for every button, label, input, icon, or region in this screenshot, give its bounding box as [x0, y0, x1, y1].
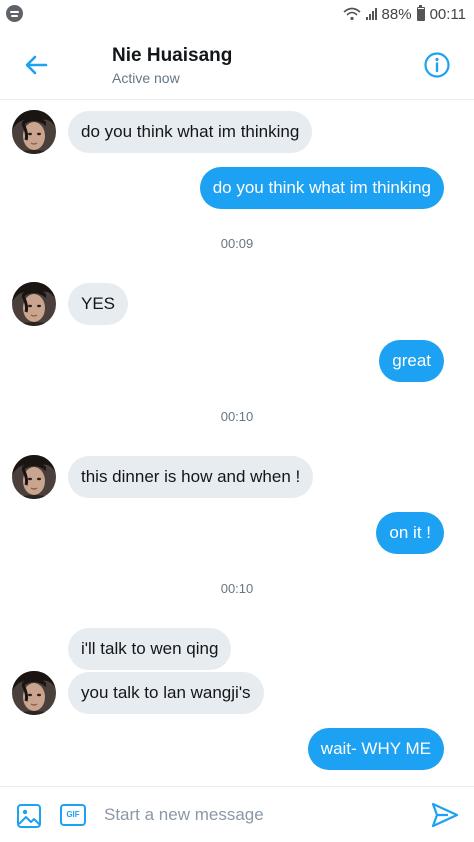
image-icon[interactable] — [16, 803, 42, 829]
spotify-icon — [6, 5, 23, 22]
outgoing-message[interactable]: on it ! — [376, 512, 444, 554]
wifi-icon — [343, 7, 361, 21]
battery-icon — [416, 5, 425, 21]
clock: 00:11 — [429, 5, 466, 23]
contact-name[interactable]: Nie Huaisang — [112, 45, 232, 67]
incoming-message[interactable]: i'll talk to wen qing — [68, 628, 232, 670]
timestamp: 00:09 — [220, 236, 254, 251]
active-status: Active now — [112, 70, 180, 86]
message-input[interactable] — [104, 799, 404, 831]
timestamp: 00:10 — [220, 581, 254, 596]
back-arrow-icon[interactable] — [22, 50, 52, 80]
gif-button[interactable]: GIF — [60, 804, 86, 826]
avatar[interactable] — [12, 455, 56, 499]
battery-percent: 88% — [381, 5, 412, 23]
send-icon[interactable] — [430, 800, 460, 830]
incoming-message[interactable]: do you think what im thinking — [68, 111, 313, 153]
timestamp: 00:10 — [220, 409, 254, 424]
info-icon[interactable] — [422, 50, 452, 80]
status-bar: 88% 00:11 — [0, 0, 474, 30]
incoming-message[interactable]: YES — [68, 283, 129, 325]
signal-icon — [365, 8, 377, 20]
outgoing-message[interactable]: wait- WHY ME — [307, 728, 444, 770]
avatar[interactable] — [12, 110, 56, 154]
status-indicators: 88% 00:11 — [343, 4, 466, 24]
incoming-message[interactable]: you talk to lan wangji's — [68, 672, 264, 714]
incoming-message[interactable]: this dinner is how and when ! — [68, 456, 314, 498]
avatar[interactable] — [12, 671, 56, 715]
avatar[interactable] — [12, 282, 56, 326]
message-composer: GIF — [0, 786, 474, 842]
outgoing-message[interactable]: great — [379, 340, 444, 382]
outgoing-message[interactable]: do you think what im thinking — [199, 167, 444, 209]
conversation-header: Nie Huaisang Active now — [0, 30, 474, 100]
